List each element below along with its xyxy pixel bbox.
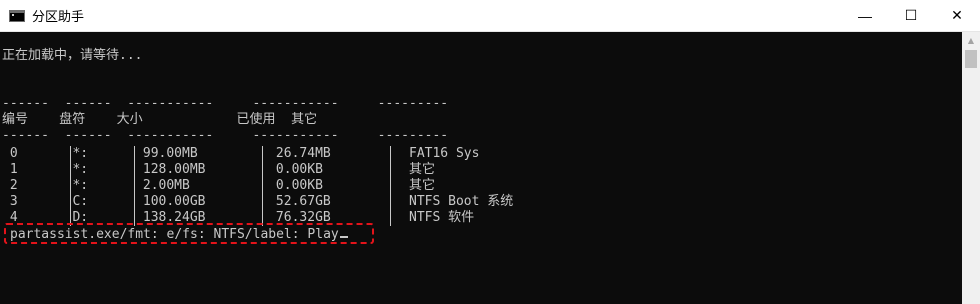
console-window: 分区助手 — ☐ ✕ 正在加载中，请等待... ------ ------ --… [0, 0, 980, 304]
scroll-thumb[interactable] [965, 50, 977, 68]
scroll-up-arrow-icon[interactable]: ▲ [962, 32, 980, 48]
close-button[interactable]: ✕ [934, 0, 980, 31]
table-separator-top: ------ ------ ----------- ----------- --… [2, 96, 449, 111]
console-icon [9, 9, 25, 22]
command-line[interactable]: partassist.exe/fmt: e/fs: NTFS/label: Pl… [10, 227, 348, 243]
partition-row: 1 *: 128.00MB 0.00KB 其它 [2, 162, 435, 177]
table-separator-bottom: ------ ------ ----------- ----------- --… [2, 128, 449, 143]
window-title: 分区助手 [32, 9, 85, 24]
command-text: partassist.exe/fmt: e/fs: NTFS/label: Pl… [10, 227, 339, 242]
column-divider [70, 146, 71, 226]
table-header: 编号 盘符 大小 已使用 其它 [2, 112, 318, 127]
maximize-button[interactable]: ☐ [888, 0, 934, 31]
console-output[interactable]: 正在加载中，请等待... ------ ------ ----------- -… [0, 32, 962, 304]
vertical-scrollbar[interactable]: ▲ [962, 32, 980, 304]
minimize-button[interactable]: — [842, 0, 888, 31]
title-bar[interactable]: 分区助手 — ☐ ✕ [0, 0, 980, 32]
partition-row: 3 C: 100.00GB 52.67GB NTFS Boot 系统 [2, 194, 514, 209]
column-divider [262, 146, 263, 226]
partition-row: 2 *: 2.00MB 0.00KB 其它 [2, 178, 435, 193]
loading-message: 正在加载中，请等待... [2, 48, 143, 63]
text-cursor [339, 236, 348, 238]
window-controls: — ☐ ✕ [842, 0, 980, 31]
column-divider [390, 146, 391, 226]
partition-row: 0 *: 99.00MB 26.74MB FAT16 Sys [2, 146, 480, 161]
column-divider [134, 146, 135, 226]
